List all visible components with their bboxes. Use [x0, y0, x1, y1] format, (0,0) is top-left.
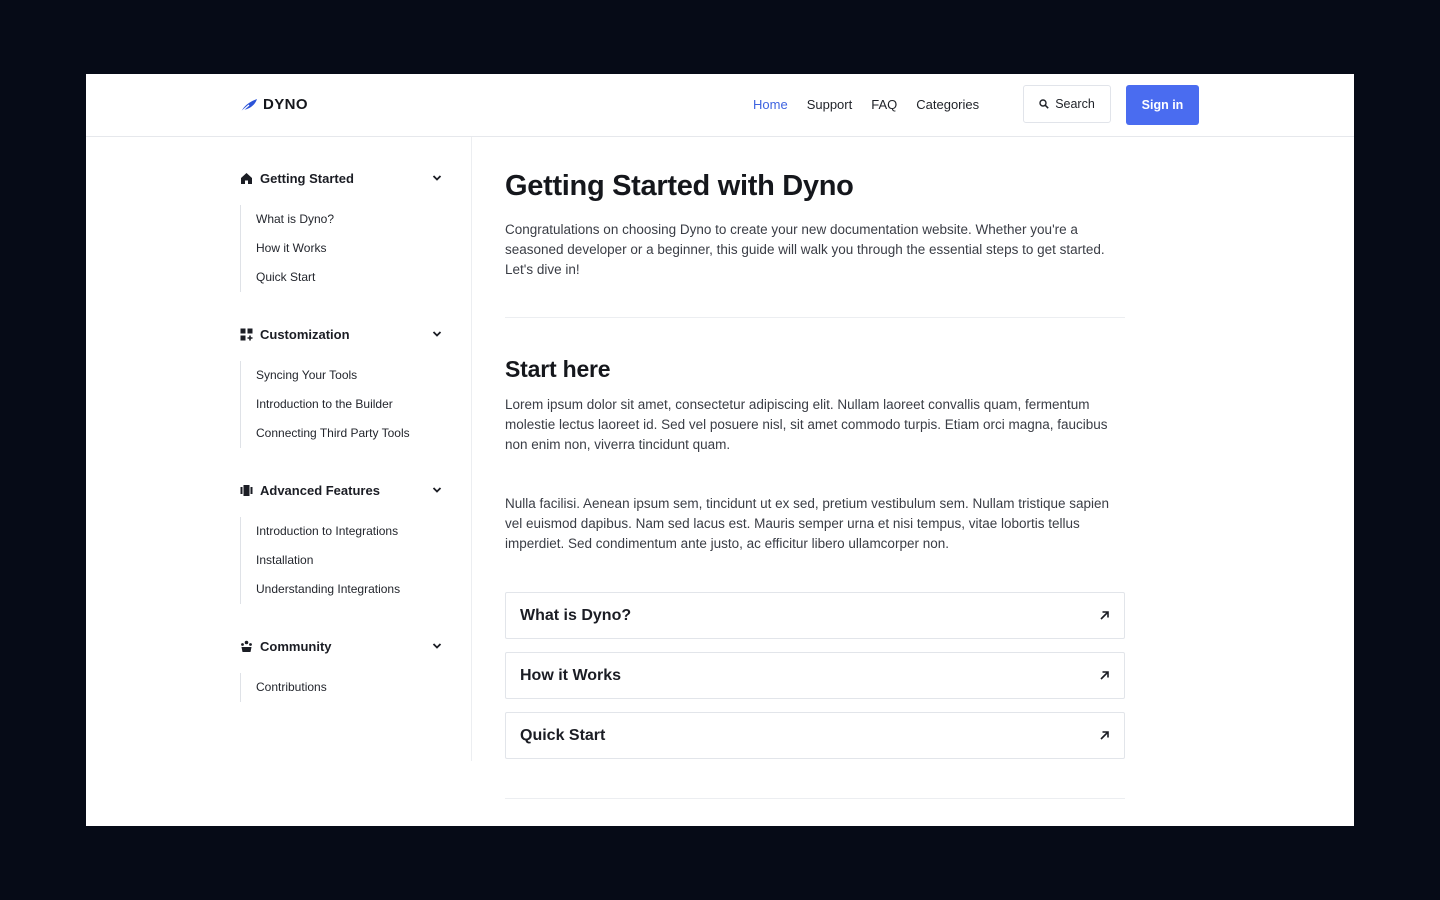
grid-plus-icon — [240, 328, 253, 341]
section-label: Community — [260, 638, 332, 654]
card-label: How it Works — [520, 666, 622, 684]
sidebar-section-advanced-features[interactable]: Advanced Features — [240, 480, 442, 500]
link-card-how-it-works[interactable]: How it Works — [505, 652, 1125, 699]
leaf-logo-icon — [240, 98, 257, 112]
sidebar-item-understanding-integrations[interactable]: Understanding Integrations — [256, 575, 400, 604]
carousel-icon — [240, 484, 253, 497]
link-card-quick-start[interactable]: Quick Start — [505, 712, 1125, 759]
arrow-up-right-icon — [1100, 671, 1109, 680]
body-paragraph: Nulla facilisi. Aenean ipsum sem, tincid… — [505, 496, 1110, 551]
sidebar-item-how-it-works[interactable]: How it Works — [256, 234, 334, 263]
sidebar-section-community[interactable]: Community — [240, 636, 442, 656]
sidebar-item-syncing-your-tools[interactable]: Syncing Your Tools — [256, 361, 410, 390]
home-icon — [240, 172, 253, 185]
sidebar-section-getting-started[interactable]: Getting Started — [240, 168, 442, 188]
sidebar-item-what-is-dyno[interactable]: What is Dyno? — [256, 205, 334, 234]
nav-home[interactable]: Home — [753, 96, 788, 114]
sidebar-sublist-community: Contributions — [240, 673, 327, 702]
page-title: Getting Started with Dyno — [505, 170, 854, 202]
nav-categories[interactable]: Categories — [916, 96, 979, 114]
search-label: Search — [1055, 97, 1095, 111]
main-nav: Home Support FAQ Categories — [753, 96, 998, 114]
arrow-up-right-icon — [1100, 611, 1109, 620]
chevron-down-icon[interactable] — [432, 485, 442, 495]
top-navbar: DYNO Home Support FAQ Categories Search … — [86, 74, 1354, 137]
card-label: Quick Start — [520, 726, 606, 744]
chevron-down-icon[interactable] — [432, 641, 442, 651]
section-label: Customization — [260, 326, 350, 342]
sidebar-sublist-customization: Syncing Your Tools Introduction to the B… — [240, 361, 410, 448]
sidebar-sublist-getting-started: What is Dyno? How it Works Quick Start — [240, 205, 334, 292]
sidebar-item-installation[interactable]: Installation — [256, 546, 400, 575]
sidebar-item-connecting-third-party-tools[interactable]: Connecting Third Party Tools — [256, 419, 410, 448]
search-button[interactable]: Search — [1023, 85, 1111, 123]
community-icon — [240, 640, 253, 653]
link-card-what-is-dyno[interactable]: What is Dyno? — [505, 592, 1125, 639]
section-title: Start here — [505, 356, 611, 382]
sidebar-divider — [471, 137, 472, 761]
card-label: What is Dyno? — [520, 606, 632, 624]
sidebar-item-contributions[interactable]: Contributions — [256, 673, 327, 702]
arrow-up-right-icon — [1100, 731, 1109, 740]
nav-faq[interactable]: FAQ — [871, 96, 897, 114]
logo[interactable]: DYNO — [240, 96, 308, 113]
divider — [505, 798, 1125, 799]
search-icon — [1039, 99, 1049, 109]
sidebar-item-quick-start[interactable]: Quick Start — [256, 263, 334, 292]
app-window: DYNO Home Support FAQ Categories Search … — [86, 74, 1354, 826]
brand-name: DYNO — [263, 96, 308, 113]
sidebar-item-introduction-to-the-builder[interactable]: Introduction to the Builder — [256, 390, 410, 419]
body-paragraph: Lorem ipsum dolor sit amet, consectetur … — [505, 397, 1108, 452]
intro-paragraph: Congratulations on choosing Dyno to crea… — [505, 222, 1105, 277]
sidebar-section-customization[interactable]: Customization — [240, 324, 442, 344]
chevron-down-icon[interactable] — [432, 173, 442, 183]
divider — [505, 317, 1125, 318]
sidebar-sublist-advanced-features: Introduction to Integrations Installatio… — [240, 517, 400, 604]
sign-in-button[interactable]: Sign in — [1126, 85, 1199, 125]
section-label: Getting Started — [260, 170, 354, 186]
section-label: Advanced Features — [260, 482, 380, 498]
chevron-down-icon[interactable] — [432, 329, 442, 339]
sidebar-item-introduction-to-integrations[interactable]: Introduction to Integrations — [256, 517, 400, 546]
nav-support[interactable]: Support — [807, 96, 853, 114]
